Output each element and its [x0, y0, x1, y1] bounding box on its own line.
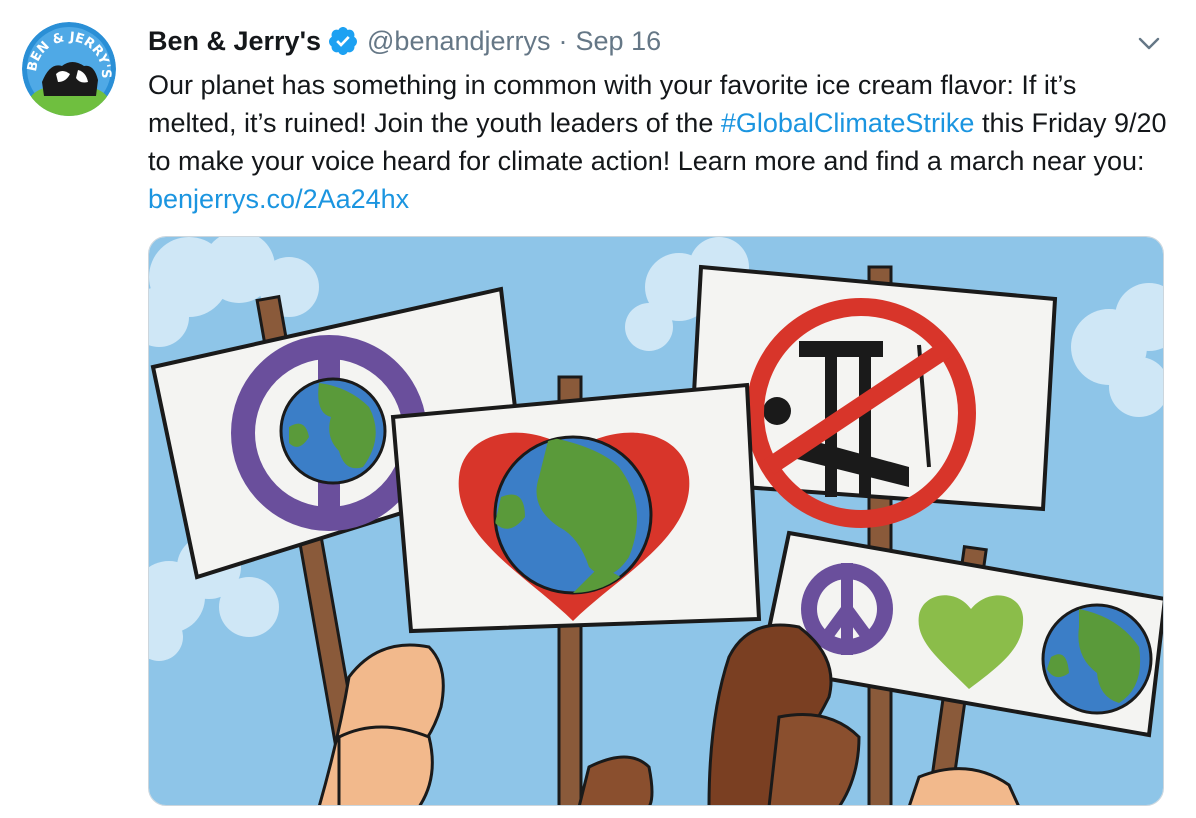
tweet-date[interactable]: Sep 16	[576, 22, 662, 60]
tweet-header: Ben & Jerry's @benandjerrys · Sep 16	[148, 22, 661, 60]
tweet-text: Our planet has something in common with …	[148, 66, 1168, 218]
climate-strike-illustration	[149, 237, 1163, 805]
chevron-down-icon[interactable]	[1136, 30, 1162, 56]
avatar[interactable]: BEN & JERRY'S	[22, 22, 116, 116]
hand	[337, 725, 434, 805]
sign-heart-earth	[390, 382, 762, 634]
external-link[interactable]: benjerrys.co/2Aa24hx	[148, 184, 409, 214]
display-name[interactable]: Ben & Jerry's	[148, 22, 321, 60]
separator-dot: ·	[558, 26, 568, 56]
ben-and-jerrys-logo: BEN & JERRY'S	[22, 22, 116, 116]
verified-badge-icon	[327, 25, 359, 57]
user-handle[interactable]: @benandjerrys	[367, 22, 551, 60]
tweet-media-image[interactable]	[148, 236, 1164, 806]
hashtag-link[interactable]: #GlobalClimateStrike	[721, 108, 975, 138]
hand	[767, 713, 861, 805]
